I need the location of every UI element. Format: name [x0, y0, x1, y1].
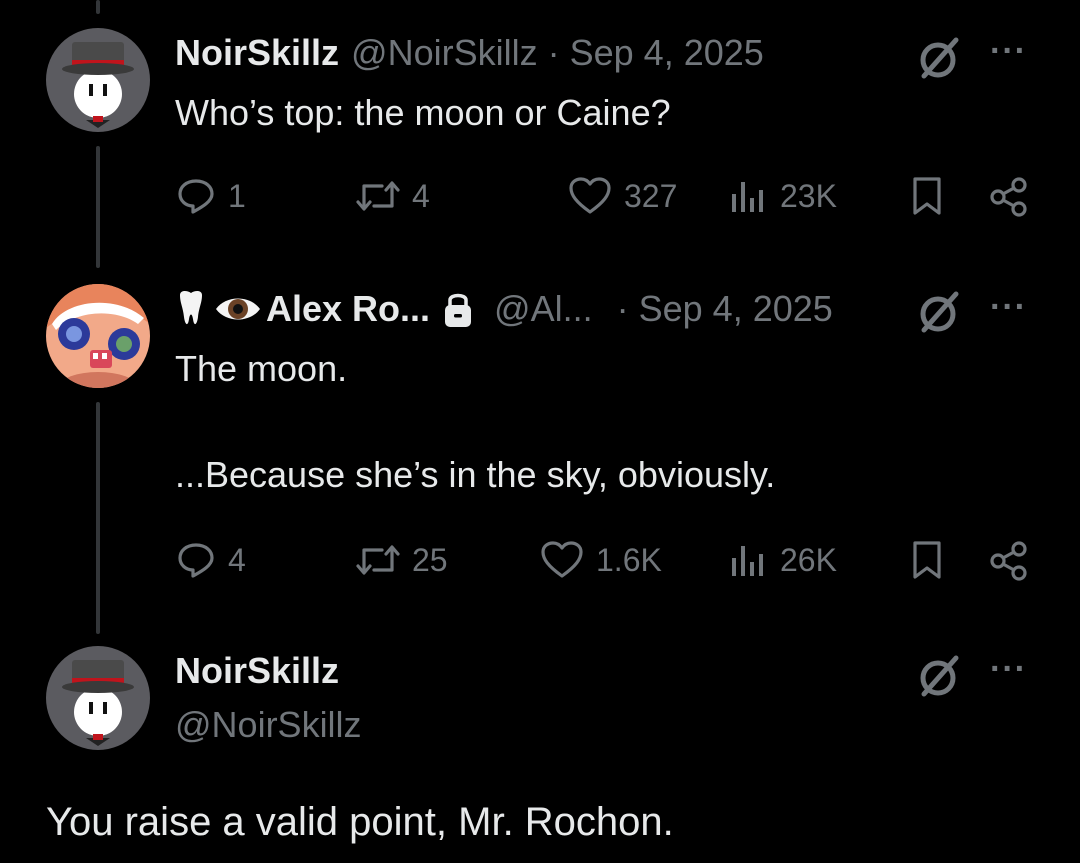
views-count: 26K [780, 541, 837, 578]
post-1-handle[interactable]: @NoirSkillz [351, 32, 538, 74]
like-button[interactable]: 1.6K [540, 540, 662, 580]
post-3-handle[interactable]: @NoirSkillz [175, 704, 362, 746]
thread-line-top [96, 0, 100, 14]
tooth-emoji [176, 289, 206, 329]
views-button[interactable]: 23K [728, 176, 837, 216]
bookmark-icon [913, 541, 941, 579]
bookmark-button[interactable] [908, 176, 946, 216]
reply-button[interactable]: 1 [176, 176, 246, 216]
repost-icon [356, 545, 400, 575]
thread-line-2 [96, 402, 100, 634]
more-icon[interactable]: ··· [990, 32, 1027, 71]
repost-count: 4 [412, 177, 430, 214]
post-2-text-line2: ...Because she’s in the sky, obviously. [175, 454, 776, 495]
share-button[interactable] [988, 176, 1030, 218]
like-count: 327 [624, 177, 678, 214]
thread-line-1 [96, 146, 100, 268]
views-count: 23K [780, 177, 837, 214]
views-icon [732, 546, 763, 576]
repost-icon [356, 181, 400, 211]
grok-icon[interactable] [914, 652, 962, 705]
share-icon [990, 177, 1027, 217]
post-1-date[interactable]: Sep 4, 2025 [570, 32, 764, 74]
like-button[interactable]: 327 [568, 176, 677, 216]
like-icon [541, 541, 583, 578]
views-icon [732, 182, 763, 212]
eye-emoji [214, 289, 262, 329]
views-button[interactable]: 26K [728, 540, 837, 580]
post-2-date[interactable]: Sep 4, 2025 [639, 288, 833, 330]
post-3-display-name-row: NoirSkillz [175, 650, 339, 692]
avatar-alex[interactable] [46, 284, 150, 388]
post-1-header: NoirSkillz @NoirSkillz · Sep 4, 2025 [175, 32, 764, 74]
post-2-header: Alex Ro... @Al... · Sep 4, 2025 [176, 288, 833, 330]
post-1-display-name[interactable]: NoirSkillz [175, 32, 339, 74]
bookmark-icon [913, 177, 941, 215]
post-2-separator: · [616, 288, 629, 329]
repost-count: 25 [412, 541, 448, 578]
post-1-text: Who’s top: the moon or Caine? [175, 92, 671, 133]
bookmark-button[interactable] [908, 540, 946, 580]
avatar-noirskillz[interactable] [46, 28, 150, 132]
post-3-handle-row: @NoirSkillz [175, 704, 362, 746]
share-icon [990, 541, 1027, 581]
reply-icon [178, 543, 214, 578]
more-icon[interactable]: ··· [990, 288, 1027, 327]
like-count: 1.6K [596, 541, 662, 578]
post-2-display-name[interactable]: Alex Ro... [266, 288, 430, 330]
lock-icon [442, 289, 474, 329]
grok-icon[interactable] [914, 34, 962, 87]
avatar-noirskillz[interactable] [46, 646, 150, 750]
like-icon [569, 177, 611, 214]
repost-button[interactable]: 25 [356, 540, 448, 580]
more-icon[interactable]: ··· [990, 650, 1027, 689]
share-button[interactable] [988, 540, 1030, 582]
reply-count: 4 [228, 541, 246, 578]
repost-button[interactable]: 4 [356, 176, 430, 216]
post-3-display-name[interactable]: NoirSkillz [175, 650, 339, 692]
post-1-separator: · [547, 32, 560, 73]
post-2-text-line1: The moon. [175, 348, 348, 389]
reply-icon [178, 179, 214, 214]
post-2-handle[interactable]: @Al... [494, 288, 593, 330]
post-3-text: You raise a valid point, Mr. Rochon. [46, 800, 674, 844]
grok-icon[interactable] [914, 288, 962, 341]
reply-button[interactable]: 4 [176, 540, 246, 580]
reply-count: 1 [228, 177, 246, 214]
